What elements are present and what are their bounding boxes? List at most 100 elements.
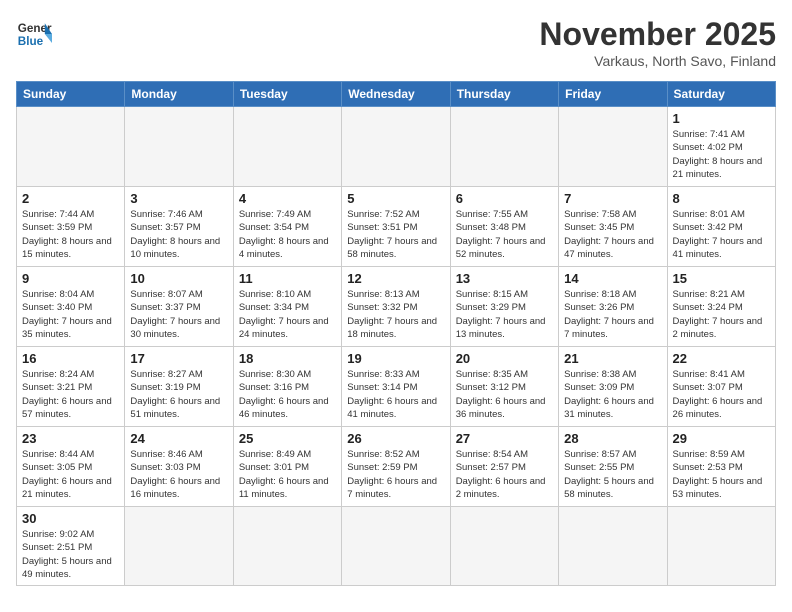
day-number: 30 [22, 511, 119, 526]
calendar-cell: 26 Sunrise: 8:52 AM Sunset: 2:59 PM Dayli… [342, 427, 450, 507]
calendar-cell: 6 Sunrise: 7:55 AM Sunset: 3:48 PM Daylig… [450, 187, 558, 267]
day-number: 2 [22, 191, 119, 206]
weekday-header-saturday: Saturday [667, 82, 775, 107]
day-number: 27 [456, 431, 553, 446]
day-number: 6 [456, 191, 553, 206]
day-number: 25 [239, 431, 336, 446]
day-number: 9 [22, 271, 119, 286]
calendar-cell: 15Sunrise: 8:21 AM Sunset: 3:24 PM Dayli… [667, 267, 775, 347]
day-info: Sunrise: 7:49 AM Sunset: 3:54 PM Dayligh… [239, 208, 336, 261]
calendar-cell: 19Sunrise: 8:33 AM Sunset: 3:14 PM Dayli… [342, 347, 450, 427]
weekday-header-friday: Friday [559, 82, 667, 107]
calendar-week-row: 2 Sunrise: 7:44 AM Sunset: 3:59 PM Daylig… [17, 187, 776, 267]
day-number: 28 [564, 431, 661, 446]
day-info: Sunrise: 8:59 AM Sunset: 2:53 PM Dayligh… [673, 448, 770, 501]
calendar-cell: 18Sunrise: 8:30 AM Sunset: 3:16 PM Dayli… [233, 347, 341, 427]
day-info: Sunrise: 7:55 AM Sunset: 3:48 PM Dayligh… [456, 208, 553, 261]
day-info: Sunrise: 9:02 AM Sunset: 2:51 PM Dayligh… [22, 528, 119, 581]
calendar-cell [17, 107, 125, 187]
calendar-cell [559, 507, 667, 586]
day-number: 7 [564, 191, 661, 206]
day-number: 4 [239, 191, 336, 206]
day-info: Sunrise: 8:27 AM Sunset: 3:19 PM Dayligh… [130, 368, 227, 421]
calendar-cell [450, 507, 558, 586]
calendar-cell: 27 Sunrise: 8:54 AM Sunset: 2:57 PM Dayli… [450, 427, 558, 507]
day-info: Sunrise: 7:44 AM Sunset: 3:59 PM Dayligh… [22, 208, 119, 261]
day-info: Sunrise: 7:58 AM Sunset: 3:45 PM Dayligh… [564, 208, 661, 261]
calendar-cell: 21 Sunrise: 8:38 AM Sunset: 3:09 PM Dayli… [559, 347, 667, 427]
day-info: Sunrise: 8:35 AM Sunset: 3:12 PM Dayligh… [456, 368, 553, 421]
weekday-header-row: SundayMondayTuesdayWednesdayThursdayFrid… [17, 82, 776, 107]
day-number: 26 [347, 431, 444, 446]
calendar-cell: 23 Sunrise: 8:44 AM Sunset: 3:05 PM Dayli… [17, 427, 125, 507]
calendar-week-row: 1Sunrise: 7:41 AM Sunset: 4:02 PM Daylig… [17, 107, 776, 187]
calendar-cell: 7 Sunrise: 7:58 AM Sunset: 3:45 PM Daylig… [559, 187, 667, 267]
calendar-cell: 13 Sunrise: 8:15 AM Sunset: 3:29 PM Dayli… [450, 267, 558, 347]
calendar-week-row: 16 Sunrise: 8:24 AM Sunset: 3:21 PM Dayli… [17, 347, 776, 427]
calendar-cell: 9 Sunrise: 8:04 AM Sunset: 3:40 PM Daylig… [17, 267, 125, 347]
weekday-header-monday: Monday [125, 82, 233, 107]
calendar-cell [342, 107, 450, 187]
day-number: 20 [456, 351, 553, 366]
calendar-cell: 14Sunrise: 8:18 AM Sunset: 3:26 PM Dayli… [559, 267, 667, 347]
calendar-cell [125, 507, 233, 586]
day-number: 5 [347, 191, 444, 206]
day-number: 3 [130, 191, 227, 206]
weekday-header-thursday: Thursday [450, 82, 558, 107]
day-info: Sunrise: 8:15 AM Sunset: 3:29 PM Dayligh… [456, 288, 553, 341]
calendar-cell: 12 Sunrise: 8:13 AM Sunset: 3:32 PM Dayli… [342, 267, 450, 347]
calendar-cell: 17 Sunrise: 8:27 AM Sunset: 3:19 PM Dayli… [125, 347, 233, 427]
day-number: 23 [22, 431, 119, 446]
day-number: 11 [239, 271, 336, 286]
day-info: Sunrise: 8:13 AM Sunset: 3:32 PM Dayligh… [347, 288, 444, 341]
day-info: Sunrise: 7:46 AM Sunset: 3:57 PM Dayligh… [130, 208, 227, 261]
calendar-cell [233, 507, 341, 586]
day-number: 12 [347, 271, 444, 286]
calendar-cell: 20 Sunrise: 8:35 AM Sunset: 3:12 PM Dayli… [450, 347, 558, 427]
day-number: 8 [673, 191, 770, 206]
day-info: Sunrise: 8:04 AM Sunset: 3:40 PM Dayligh… [22, 288, 119, 341]
day-info: Sunrise: 7:41 AM Sunset: 4:02 PM Dayligh… [673, 128, 770, 181]
logo-icon: General Blue [16, 16, 52, 52]
calendar-cell: 4 Sunrise: 7:49 AM Sunset: 3:54 PM Daylig… [233, 187, 341, 267]
day-info: Sunrise: 8:01 AM Sunset: 3:42 PM Dayligh… [673, 208, 770, 261]
day-info: Sunrise: 8:46 AM Sunset: 3:03 PM Dayligh… [130, 448, 227, 501]
calendar-cell [233, 107, 341, 187]
day-info: Sunrise: 8:44 AM Sunset: 3:05 PM Dayligh… [22, 448, 119, 501]
weekday-header-sunday: Sunday [17, 82, 125, 107]
day-number: 14 [564, 271, 661, 286]
day-number: 21 [564, 351, 661, 366]
calendar-title: November 2025 [539, 16, 776, 53]
calendar-cell: 10Sunrise: 8:07 AM Sunset: 3:37 PM Dayli… [125, 267, 233, 347]
day-info: Sunrise: 8:38 AM Sunset: 3:09 PM Dayligh… [564, 368, 661, 421]
calendar-cell [559, 107, 667, 187]
day-number: 22 [673, 351, 770, 366]
weekday-header-wednesday: Wednesday [342, 82, 450, 107]
day-info: Sunrise: 8:57 AM Sunset: 2:55 PM Dayligh… [564, 448, 661, 501]
calendar-cell: 16 Sunrise: 8:24 AM Sunset: 3:21 PM Dayli… [17, 347, 125, 427]
day-info: Sunrise: 8:52 AM Sunset: 2:59 PM Dayligh… [347, 448, 444, 501]
calendar-week-row: 9 Sunrise: 8:04 AM Sunset: 3:40 PM Daylig… [17, 267, 776, 347]
day-number: 17 [130, 351, 227, 366]
calendar-cell: 1Sunrise: 7:41 AM Sunset: 4:02 PM Daylig… [667, 107, 775, 187]
calendar-subtitle: Varkaus, North Savo, Finland [539, 53, 776, 69]
day-number: 16 [22, 351, 119, 366]
calendar-cell: 2 Sunrise: 7:44 AM Sunset: 3:59 PM Daylig… [17, 187, 125, 267]
weekday-header-tuesday: Tuesday [233, 82, 341, 107]
day-info: Sunrise: 8:21 AM Sunset: 3:24 PM Dayligh… [673, 288, 770, 341]
day-info: Sunrise: 8:54 AM Sunset: 2:57 PM Dayligh… [456, 448, 553, 501]
header: General Blue November 2025 Varkaus, Nort… [16, 16, 776, 69]
day-number: 24 [130, 431, 227, 446]
day-info: Sunrise: 8:49 AM Sunset: 3:01 PM Dayligh… [239, 448, 336, 501]
calendar-cell: 25 Sunrise: 8:49 AM Sunset: 3:01 PM Dayli… [233, 427, 341, 507]
day-info: Sunrise: 8:10 AM Sunset: 3:34 PM Dayligh… [239, 288, 336, 341]
calendar-cell: 30 Sunrise: 9:02 AM Sunset: 2:51 PM Dayli… [17, 507, 125, 586]
calendar-week-row: 23 Sunrise: 8:44 AM Sunset: 3:05 PM Dayli… [17, 427, 776, 507]
day-info: Sunrise: 8:41 AM Sunset: 3:07 PM Dayligh… [673, 368, 770, 421]
day-number: 29 [673, 431, 770, 446]
day-info: Sunrise: 8:24 AM Sunset: 3:21 PM Dayligh… [22, 368, 119, 421]
calendar-table: SundayMondayTuesdayWednesdayThursdayFrid… [16, 81, 776, 586]
calendar-cell: 29 Sunrise: 8:59 AM Sunset: 2:53 PM Dayli… [667, 427, 775, 507]
calendar-cell [450, 107, 558, 187]
day-number: 13 [456, 271, 553, 286]
